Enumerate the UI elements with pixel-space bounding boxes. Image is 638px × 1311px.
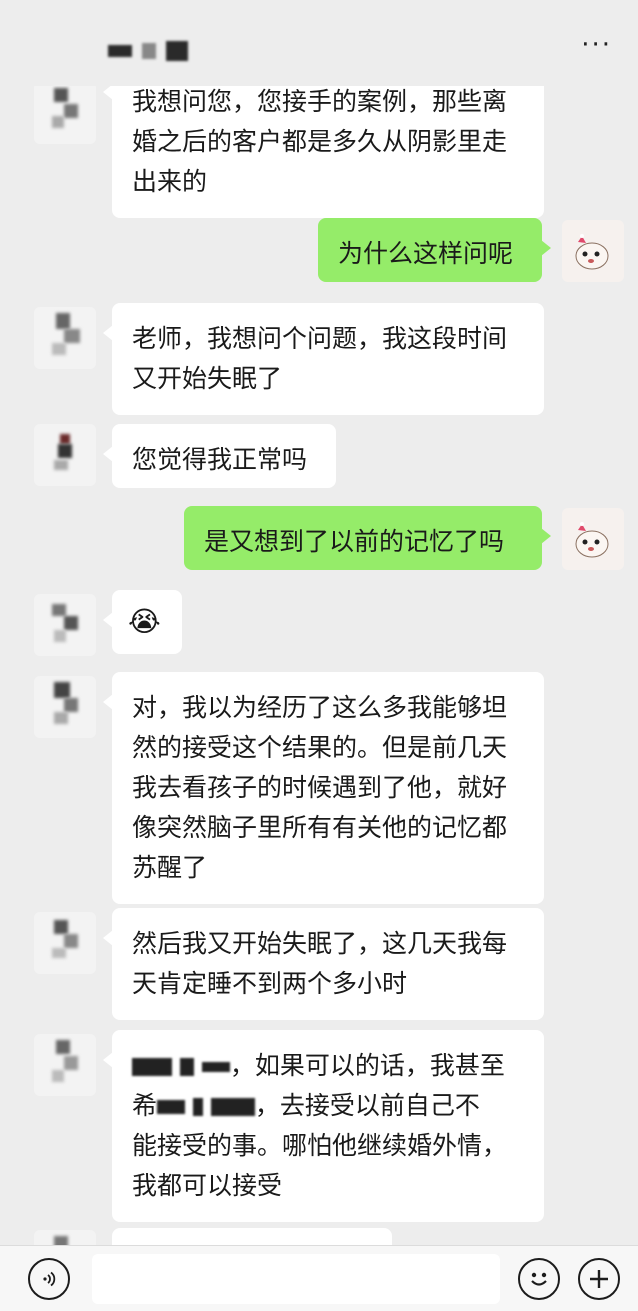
message-text: 我想问您，您接手的案例，那些离 xyxy=(132,87,508,116)
message-text: 您觉得我正常吗 xyxy=(132,445,308,474)
message-text: 能接受的事。哪怕他继续婚外情， xyxy=(132,1131,508,1160)
my-avatar[interactable] xyxy=(562,220,624,282)
message-bubble[interactable]: 是又想到了以前的记忆了吗 xyxy=(184,506,551,570)
redaction xyxy=(179,1058,194,1076)
cat-avatar-icon xyxy=(575,522,609,558)
more-options-button[interactable]: ··· xyxy=(581,30,612,60)
message-text: 我都可以接受 xyxy=(132,1171,283,1200)
redaction xyxy=(132,1058,172,1076)
my-avatar[interactable] xyxy=(562,508,624,570)
contact-avatar[interactable] xyxy=(34,676,96,738)
contact-avatar[interactable] xyxy=(34,594,96,656)
voice-icon[interactable] xyxy=(28,1258,70,1300)
message-text: 然的接受这个结果的。但是前几天 xyxy=(132,733,508,762)
redaction xyxy=(201,1062,230,1072)
message-text: 又开始失眠了 xyxy=(132,364,283,393)
voice-wave-icon xyxy=(43,1271,56,1287)
message-text: 像突然脑子里所有有关他的记忆都 xyxy=(132,813,508,842)
contact-avatar[interactable] xyxy=(34,1034,96,1096)
message-text: 出来的 xyxy=(132,167,208,196)
message-text: 然后我又开始失眠了，这几天我每 xyxy=(132,929,508,958)
message-text: 希 ，去接受以前自己不 xyxy=(132,1091,480,1120)
input-bar xyxy=(0,1245,638,1311)
message-text: 天肯定睡不到两个多小时 xyxy=(132,969,408,998)
message-bubble[interactable]: 😭 xyxy=(103,590,182,654)
plus-icon[interactable] xyxy=(578,1258,620,1300)
message-text: 对，我以为经历了这么多我能够坦 xyxy=(132,693,508,722)
contact-avatar[interactable] xyxy=(34,1230,96,1245)
message-text: 为什么这样问呢 xyxy=(338,239,514,268)
message-bubble[interactable]: 为什么这样问呢 xyxy=(318,218,551,282)
message-text: 是又想到了以前的记忆了吗 xyxy=(204,527,505,556)
cat-avatar-icon xyxy=(575,234,609,270)
message-bubble[interactable] xyxy=(112,1228,392,1245)
contact-avatar[interactable] xyxy=(34,82,96,144)
message-bubble[interactable]: 对，我以为经历了这么多我能够坦 然的接受这个结果的。但是前几天 我去看孩子的时候… xyxy=(103,672,544,904)
message-bubble[interactable]: ，如果可以的话，我甚至 希 ，去接受以前自己不 能接受的事。哪怕他继续婚外情， … xyxy=(103,1030,544,1222)
contact-name-redacted xyxy=(108,38,188,64)
chat-area: 我想问您，您接手的案例，那些离 婚之后的客户都是多久从阴影里走 出来的 为什么这… xyxy=(0,0,638,1245)
plus-sign-icon xyxy=(590,1270,608,1288)
smiley-icon xyxy=(531,1272,547,1286)
message-input[interactable] xyxy=(92,1254,500,1304)
contact-avatar[interactable] xyxy=(34,912,96,974)
message-bubble[interactable]: 老师，我想问个问题，我这段时间 又开始失眠了 xyxy=(103,303,544,415)
message-bubble[interactable]: 您觉得我正常吗 xyxy=(103,424,336,488)
contact-avatar[interactable] xyxy=(34,307,96,369)
message-text: ，如果可以的话，我甚至 xyxy=(132,1046,524,1086)
redaction xyxy=(192,1098,203,1116)
message-text: 我去看孩子的时候遇到了他，就好 xyxy=(132,773,508,802)
crying-emoji: 😭 xyxy=(128,605,161,638)
redaction xyxy=(210,1098,255,1116)
redaction xyxy=(157,1100,186,1114)
contact-avatar[interactable] xyxy=(34,424,96,486)
message-text: 婚之后的客户都是多久从阴影里走 xyxy=(132,127,508,156)
emoji-icon[interactable] xyxy=(518,1258,560,1300)
message-text: 苏醒了 xyxy=(132,853,208,882)
message-bubble[interactable]: 然后我又开始失眠了，这几天我每 天肯定睡不到两个多小时 xyxy=(103,908,544,1020)
message-text: 老师，我想问个问题，我这段时间 xyxy=(132,324,508,353)
chat-header: ··· xyxy=(0,0,638,86)
